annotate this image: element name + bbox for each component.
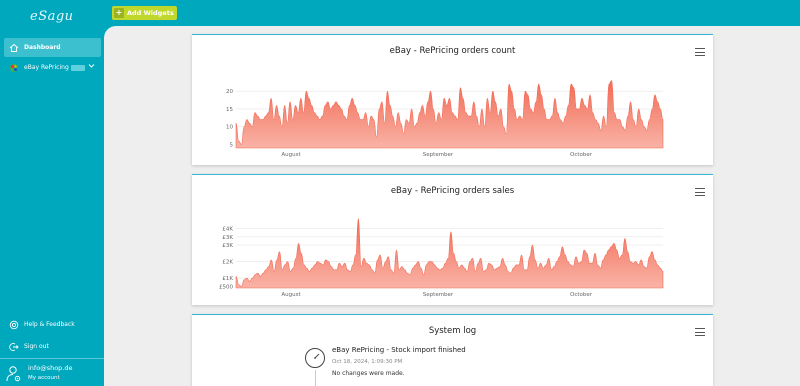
account-menu[interactable]: info@shop.de My account [6,362,104,384]
orders-sales-widget: eBay - RePricing orders sales £500 £1K £2K… [192,174,713,305]
redacted-badge [70,64,85,71]
widget-menu-icon[interactable] [695,328,705,336]
x-tick-label: August [281,152,301,158]
sidebar-item-sign-out[interactable]: Sign out [4,337,101,356]
series-area[interactable] [235,80,664,149]
chevron-down-icon[interactable] [88,62,95,71]
sidebar-item-ebay-repricing[interactable]: eBay RePricing [4,58,101,77]
widget-title: System log [428,326,477,336]
x-tick-label: October [570,152,593,158]
system-log-widget: System log eBay RePricing - Stock import… [192,314,713,386]
x-tick-label: August [281,292,301,298]
y-tick-label: £2K [222,260,233,266]
sidebar-item-help-feedback[interactable]: Help & Feedback [4,315,101,334]
y-tick-label: £3K [222,243,233,249]
my-account-label: My account [28,375,60,381]
sidebar-divider [0,358,104,359]
y-tick-label: £1K [222,276,233,282]
add-widgets-button[interactable]: + Add Widgets [112,6,177,20]
log-entry-date: Oct 18, 2024, 1:09:30 PM [332,359,403,365]
sidebar-item-label: eBay RePricing [24,64,69,71]
x-tick-label: September [423,152,454,158]
sidebar-item-label: Dashboard [24,44,61,51]
ebay-icon [8,62,20,74]
sidebar-item-label: Sign out [24,343,49,350]
log-entry-message: No changes were made. [332,370,405,377]
add-widgets-label: Add Widgets [127,9,174,17]
y-tick-label: 20 [226,89,233,95]
orders-count-widget: eBay - RePricing orders count 5 10 15 20 Aug… [192,34,713,165]
orders-sales-chart: £500 £1K £2K £3K £3K £4K August September Octobe… [219,218,664,298]
sidebar: eSagu Dashboard eBay RePricing Help & Fe… [0,0,104,386]
log-entry: eBay RePricing - Stock import finished O… [332,346,466,377]
brand-logo[interactable]: eSagu [30,9,74,24]
y-tick-label: £3K [222,235,233,241]
user-settings-icon [6,365,22,386]
y-tick-label: 15 [226,107,233,113]
x-tick-label: September [423,292,454,298]
y-tick-label: 10 [226,125,233,131]
y-tick-label: £4K [222,227,233,233]
signout-icon [8,341,20,353]
help-icon [8,319,20,331]
timeline-line [315,370,316,386]
dashboard-main: eBay - RePricing orders count 5 10 15 20 Aug… [104,26,800,386]
plus-icon: + [114,8,124,18]
y-tick-label: 5 [230,142,234,148]
sidebar-item-label: Help & Feedback [24,321,75,328]
sidebar-item-dashboard[interactable]: Dashboard [4,38,101,57]
series-area[interactable] [235,218,664,289]
orders-count-chart: 5 10 15 20 August September October [226,80,664,158]
log-entry-title: eBay RePricing - Stock import finished [332,346,466,354]
x-tick-label: October [570,292,593,298]
home-icon [8,42,20,54]
account-email: info@shop.de [28,364,73,372]
y-tick-label: £500 [219,284,233,290]
